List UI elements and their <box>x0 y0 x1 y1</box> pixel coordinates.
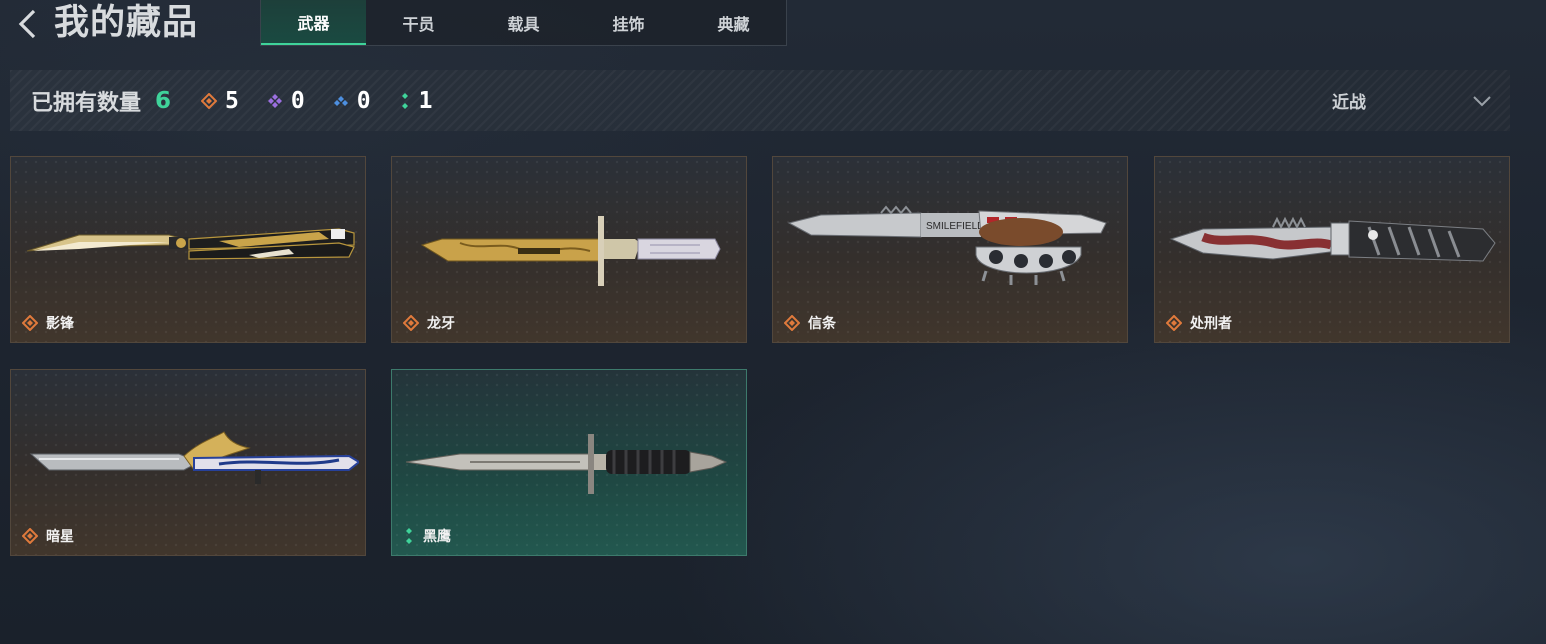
item-name: 黑鹰 <box>423 529 451 545</box>
item-name: 信条 <box>808 316 836 332</box>
orange-diamond-icon <box>403 315 419 331</box>
item-name: 龙牙 <box>427 316 455 332</box>
tab-vehicles[interactable]: 载具 <box>471 0 576 45</box>
bayonet-knife-icon <box>420 216 721 286</box>
butterfly-knife-icon <box>26 228 355 260</box>
rarity-count: 0 <box>356 87 371 114</box>
rarity-green-count: 1 <box>399 87 433 114</box>
eagle-dagger-icon <box>29 431 359 484</box>
purple-diamond-icon <box>267 93 282 108</box>
orange-diamond-icon <box>201 92 218 109</box>
knuckle-knife-icon: SMILEFIELD <box>787 205 1107 285</box>
orange-diamond-icon <box>22 528 38 544</box>
chevron-down-icon <box>1473 95 1491 106</box>
tab-weapons[interactable]: 武器 <box>261 0 366 45</box>
blade-engraving: SMILEFIELD <box>926 221 984 232</box>
page-title: 我的藏品 <box>54 3 199 43</box>
item-card[interactable]: 黑鹰 <box>391 369 747 556</box>
blue-diamond-icon <box>333 95 348 106</box>
tab-operators[interactable]: 干员 <box>366 0 471 45</box>
rarity-blue-count: 0 <box>333 88 371 114</box>
combat-dagger-icon <box>405 434 728 494</box>
owned-count-value: 6 <box>155 87 172 114</box>
rarity-count: 0 <box>290 87 305 114</box>
rarity-count: 1 <box>418 87 433 114</box>
rarity-count: 5 <box>225 87 239 114</box>
rarity-purple-count: 0 <box>267 88 305 114</box>
green-diamond-icon <box>406 528 412 544</box>
category-tabs: 武器 干员 载具 挂饰 典藏 <box>260 0 787 46</box>
ownership-summary-bar: 已拥有数量 6 5 0 0 1 近战 <box>10 70 1510 131</box>
item-name: 影锋 <box>46 316 74 332</box>
item-name: 处刑者 <box>1190 316 1232 332</box>
owned-count-label: 已拥有数量 <box>31 90 142 116</box>
orange-diamond-icon <box>22 315 38 331</box>
green-diamond-icon <box>401 92 408 109</box>
item-card[interactable]: SMILEFIELD 信条 <box>772 156 1128 343</box>
orange-diamond-icon <box>1166 315 1182 331</box>
item-card[interactable]: 龙牙 <box>391 156 747 343</box>
item-card[interactable]: 处刑者 <box>1154 156 1510 343</box>
filter-selected-value: 近战 <box>1332 93 1366 113</box>
back-button[interactable] <box>12 6 42 42</box>
orange-diamond-icon <box>784 315 800 331</box>
item-card[interactable]: 暗星 <box>10 369 366 556</box>
tab-collection[interactable]: 典藏 <box>681 0 786 45</box>
rarity-orange-count: 5 <box>201 88 239 114</box>
item-name: 暗星 <box>46 529 74 545</box>
item-card[interactable]: 影锋 <box>10 156 366 343</box>
weapon-type-filter-dropdown[interactable]: 近战 <box>1332 70 1492 131</box>
chevron-left-icon <box>18 9 36 39</box>
serrated-knife-icon <box>1169 216 1496 262</box>
tab-charms[interactable]: 挂饰 <box>576 0 681 45</box>
